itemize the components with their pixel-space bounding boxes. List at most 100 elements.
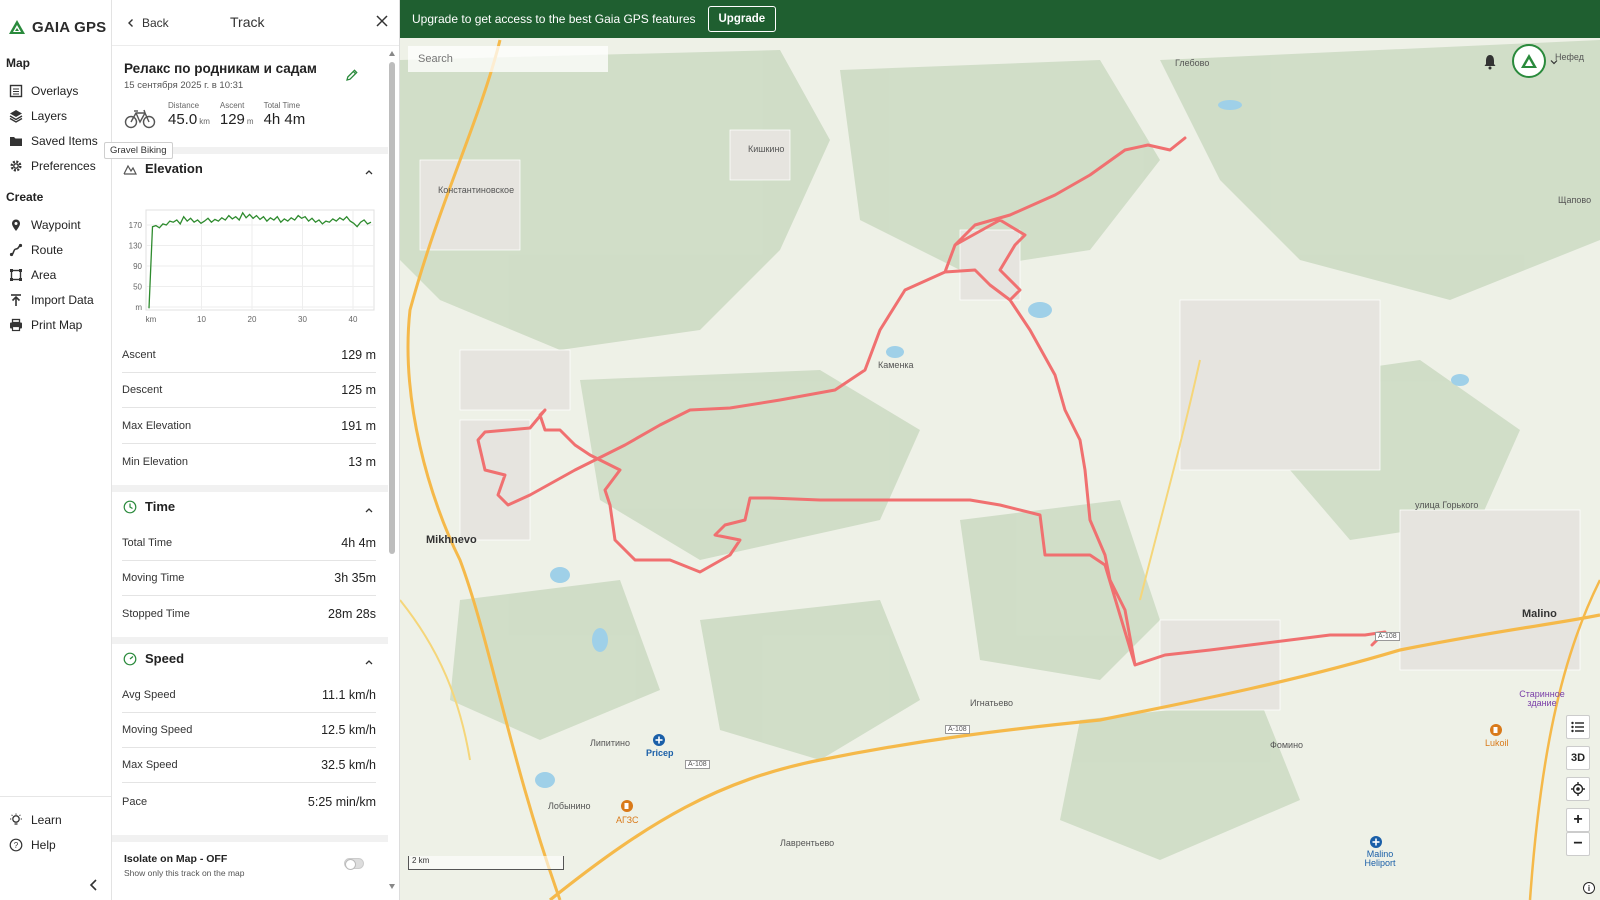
nav-item-preferences[interactable]: Preferences: [0, 153, 111, 178]
locate-me-button[interactable]: [1566, 777, 1590, 801]
stat-row-total-time: Total Time 4h 4m: [122, 526, 376, 561]
chart-y-tick-label: 50: [133, 283, 142, 292]
row-value: 13 m: [348, 454, 376, 469]
isolate-title: Isolate on Map - OFF: [124, 853, 228, 865]
scroll-up-arrow-icon[interactable]: [388, 50, 396, 58]
nav-item-label: Import Data: [31, 292, 94, 307]
bicycle-icon[interactable]: [124, 107, 156, 129]
stat-label: Ascent: [219, 101, 245, 110]
layers-icon: [9, 109, 23, 123]
nav-heading-create: Create: [6, 190, 44, 204]
user-avatar[interactable]: [1512, 44, 1546, 78]
track-stats: Distance 45.0 km Ascent 129 m Total Time 4…: [124, 101, 315, 131]
edit-pencil-icon[interactable]: [345, 68, 359, 82]
track-date: 15 сентября 2025 г. в 10:31: [124, 80, 244, 91]
stat-ascent: Ascent 129 m: [220, 101, 254, 131]
nav-item-label: Learn: [31, 812, 62, 827]
nav-item-layers[interactable]: Layers: [0, 103, 111, 128]
map-search-input[interactable]: [408, 46, 608, 72]
brand[interactable]: GAIA GPS: [0, 0, 111, 40]
section-title: Elevation: [145, 161, 203, 176]
chevron-down-icon[interactable]: [1550, 58, 1558, 66]
track-name: Релакс по родникам и садам: [124, 61, 317, 76]
stat-row-stopped-time: Stopped Time 28m 28s: [122, 596, 376, 631]
poi-plus-icon[interactable]: [653, 734, 665, 746]
heliport-icon[interactable]: [1370, 836, 1382, 848]
panel-title: Track: [230, 14, 265, 30]
stat-value: 45.0 km: [168, 111, 210, 131]
place-label: Mikhnevo: [426, 534, 477, 546]
nav-item-route[interactable]: Route: [0, 237, 111, 262]
distance-value: 45.0: [168, 111, 198, 128]
place-label: Лобынино: [548, 801, 591, 811]
map-view[interactable]: Upgrade to get access to the best Gaia G…: [400, 0, 1600, 900]
banner-text: Upgrade to get access to the best Gaia G…: [412, 12, 696, 26]
row-value: 4h 4m: [341, 536, 376, 550]
activity-tooltip: Gravel Biking: [104, 142, 173, 159]
svg-text:i: i: [1588, 884, 1590, 893]
brand-name: GAIA GPS: [32, 18, 107, 36]
toggle-3d-button[interactable]: 3D: [1566, 746, 1590, 770]
place-label: Щапово: [1558, 195, 1592, 205]
lightbulb-icon: [10, 813, 22, 825]
nav-item-learn[interactable]: Learn: [0, 807, 111, 832]
nav-item-saved-items[interactable]: Saved Items: [0, 128, 111, 153]
row-value: 191 m: [341, 419, 376, 433]
zoom-in-button[interactable]: +: [1566, 808, 1590, 832]
upgrade-button[interactable]: Upgrade: [707, 6, 777, 32]
section-speed-header[interactable]: Speed: [112, 637, 388, 673]
scroll-down-arrow-icon[interactable]: [388, 882, 396, 890]
fuel-station-icon[interactable]: [621, 800, 633, 812]
place-label: Lukoil: [1485, 738, 1509, 748]
nav-item-print-map[interactable]: Print Map: [0, 312, 111, 337]
folder-icon: [10, 136, 22, 146]
nav-item-overlays[interactable]: Overlays: [0, 78, 111, 103]
section-title: Time: [145, 499, 176, 514]
stat-row-pace: Pace 5:25 min/km: [122, 784, 376, 819]
place-label: Malino: [1522, 608, 1557, 620]
isolate-toggle[interactable]: [344, 858, 364, 870]
gear-icon: [10, 159, 22, 172]
legend-list-button[interactable]: [1566, 715, 1590, 739]
fuel-station-icon[interactable]: [1490, 724, 1502, 736]
back-button[interactable]: Back: [112, 16, 169, 30]
notification-bell-icon[interactable]: [1483, 54, 1497, 70]
row-label: Moving Speed: [122, 724, 193, 736]
stat-row-min-elevation: Min Elevation 13 m: [122, 444, 376, 479]
map-canvas[interactable]: [400, 0, 1600, 900]
nav-item-waypoint[interactable]: Waypoint: [0, 212, 111, 237]
close-icon[interactable]: [375, 14, 389, 28]
panel-scrollbar[interactable]: [388, 50, 396, 890]
row-label: Stopped Time: [122, 607, 190, 620]
nav-item-area[interactable]: Area: [0, 262, 111, 287]
section-time-header[interactable]: Time: [112, 485, 388, 521]
row-label: Avg Speed: [122, 689, 176, 701]
info-icon[interactable]: i: [1583, 882, 1595, 894]
place-label: Фомино: [1270, 740, 1304, 750]
row-value: 12.5 km/h: [321, 723, 376, 737]
clock-icon: [123, 500, 137, 513]
nav-item-import-data[interactable]: Import Data: [0, 287, 111, 312]
print-icon: [10, 318, 22, 331]
place-label: Нефед: [1555, 52, 1584, 62]
place-label: Старинное здание: [1519, 689, 1565, 708]
collapse-chevron-icon[interactable]: [87, 878, 101, 892]
row-value: 28m 28s: [328, 606, 376, 621]
area-icon: [10, 268, 22, 281]
nav-item-help[interactable]: ? Help: [0, 832, 111, 857]
stat-row-max-speed: Max Speed 32.5 km/h: [122, 748, 376, 783]
place-label: Константиновское: [438, 185, 515, 195]
place-label: Кишкино: [748, 144, 785, 154]
zoom-out-button[interactable]: −: [1566, 832, 1590, 856]
row-value: 5:25 min/km: [307, 794, 376, 809]
nav-item-label: Print Map: [31, 317, 83, 332]
row-value: 32.5 km/h: [321, 758, 376, 772]
help-icon: ?: [9, 838, 23, 851]
chart-x-tick-label: 20: [248, 315, 257, 324]
route-icon: [9, 243, 23, 256]
scrollbar-thumb[interactable]: [389, 62, 395, 554]
place-label: Игнатьево: [970, 698, 1014, 708]
crosshair-icon: [1571, 782, 1585, 796]
row-value: 125 m: [341, 383, 376, 397]
stat-row-moving-time: Moving Time 3h 35m: [122, 561, 376, 596]
